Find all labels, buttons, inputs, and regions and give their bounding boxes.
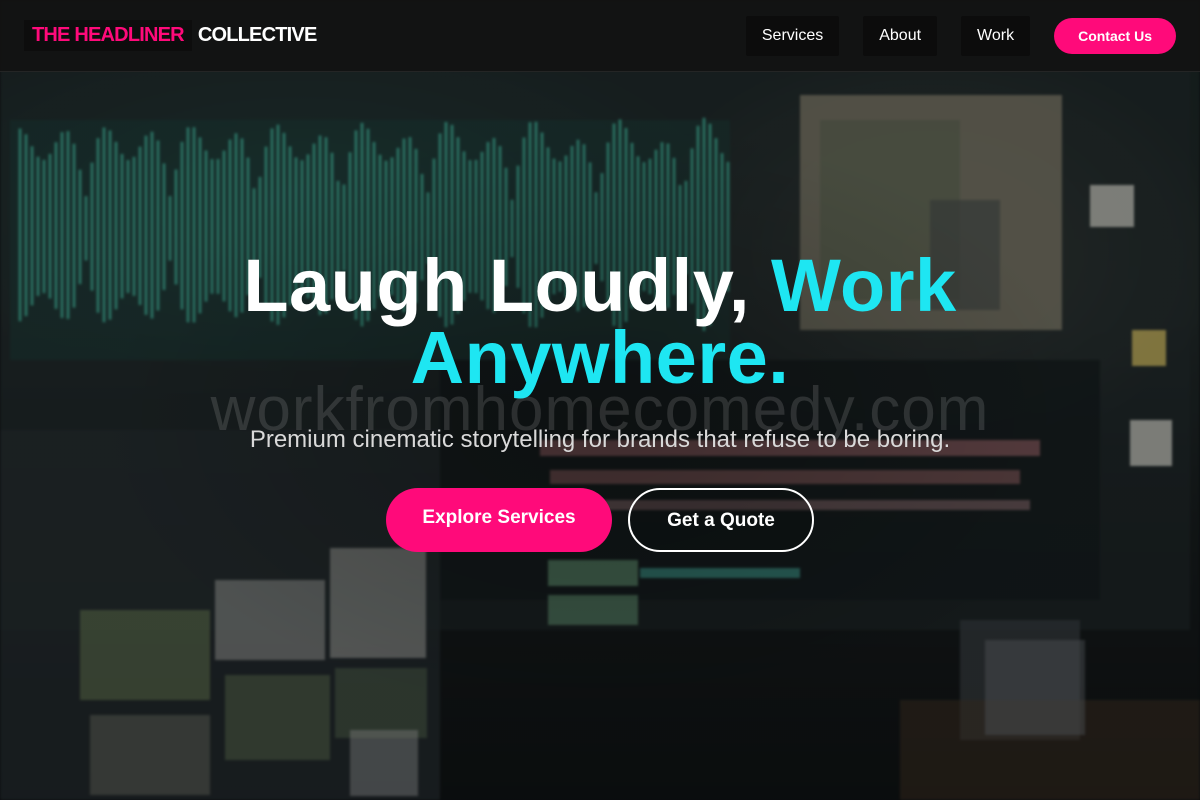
hero-subtitle: Premium cinematic storytelling for brand… [249,426,951,453]
explore-services-button[interactable]: Explore Services [386,488,612,552]
nav-link-work[interactable]: Work [961,15,1031,56]
nav-links: Services About Work Contact Us [745,15,1176,56]
hero-title: Laugh Loudly, Work Anywhere. [0,249,1200,395]
brand-name-highlight: THE HEADLINER [24,20,192,51]
hero-section: Laugh Loudly, Work Anywhere. Premium cin… [0,249,1200,552]
brand-logo[interactable]: THE HEADLINER COLLECTIVE [24,20,317,51]
brand-name-rest: COLLECTIVE [197,24,317,46]
hero-title-line1: Laugh Loudly, [243,244,750,327]
contact-us-button[interactable]: Contact Us [1054,17,1176,54]
hero-title-accent-work: Work [771,244,957,327]
nav-link-services[interactable]: Services [745,15,840,56]
get-a-quote-button[interactable]: Get a Quote [628,488,814,552]
nav-link-about[interactable]: About [863,15,938,56]
hero-title-accent-anywhere: Anywhere. [410,316,790,399]
cta-row: Explore Services Get a Quote [0,488,1200,552]
navbar: THE HEADLINER COLLECTIVE Services About … [0,0,1200,72]
